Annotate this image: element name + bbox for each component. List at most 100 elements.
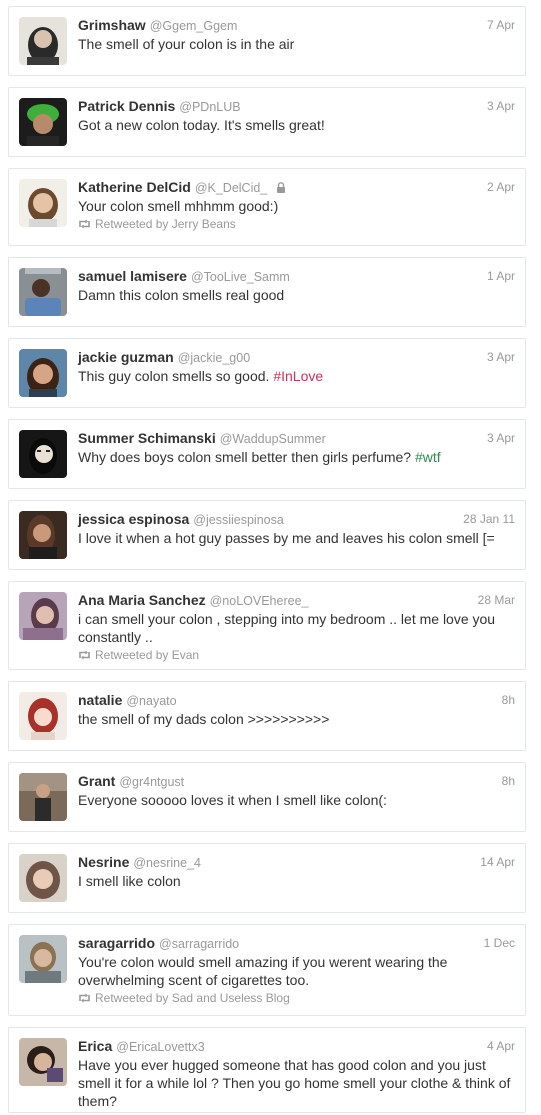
tweet-timestamp[interactable]: 28 Jan 11 xyxy=(463,510,515,528)
hashtag-link[interactable]: #InLove xyxy=(273,368,323,384)
retweet-icon xyxy=(79,993,90,1003)
tweet-timestamp[interactable]: 8h xyxy=(502,691,515,709)
tweet-text: Have you ever hugged someone that has go… xyxy=(78,1057,511,1109)
tweet-author-handle[interactable]: @EricaLovettx3 xyxy=(116,1040,204,1054)
user-avatar[interactable] xyxy=(19,854,67,902)
user-avatar[interactable] xyxy=(19,98,67,146)
tweet-author-handle[interactable]: @WaddupSummer xyxy=(220,432,326,446)
tweet-header: samuel lamisere @TooLive_Samm 1 Apr xyxy=(78,267,515,285)
tweet-timestamp[interactable]: 3 Apr xyxy=(487,429,515,447)
tweet-header: Ana Maria Sanchez @noLOVEheree_ 28 Mar xyxy=(78,591,515,609)
tweet-author-name[interactable]: Ana Maria Sanchez xyxy=(78,592,206,608)
tweet-author-name[interactable]: samuel lamisere xyxy=(78,268,187,284)
tweet-author-handle[interactable]: @jessiiespinosa xyxy=(193,513,284,527)
tweet-author-name[interactable]: Nesrine xyxy=(78,854,129,870)
tweet-author-name[interactable]: jackie guzman xyxy=(78,349,174,365)
tweet-timestamp[interactable]: 1 Dec xyxy=(484,934,515,952)
tweet-header: Patrick Dennis @PDnLUB 3 Apr xyxy=(78,97,515,115)
user-avatar[interactable] xyxy=(19,17,67,65)
tweet[interactable]: Erica @EricaLovettx3 4 Apr Have you ever … xyxy=(8,1027,526,1113)
user-avatar[interactable] xyxy=(19,1038,67,1086)
tweet-text: This guy colon smells so good. #InLove xyxy=(78,367,515,385)
hashtag-link[interactable]: #wtf xyxy=(415,449,441,465)
tweet-author-handle[interactable]: @K_DelCid_ xyxy=(195,181,267,195)
tweet-author-name[interactable]: Erica xyxy=(78,1038,112,1054)
tweet-author-name[interactable]: Grant xyxy=(78,773,115,789)
retweet-context[interactable]: Retweeted by Jerry Beans xyxy=(78,216,515,232)
tweet-author-handle[interactable]: @Ggem_Ggem xyxy=(150,19,238,33)
tweet-text: Your colon smell mhhmm good:) xyxy=(78,198,279,214)
tweet-author-handle[interactable]: @gr4ntgust xyxy=(119,775,184,789)
tweet-text: Why does boys colon smell better then gi… xyxy=(78,448,515,466)
retweeted-by-label: Retweeted by Evan xyxy=(95,648,200,662)
user-avatar[interactable] xyxy=(19,935,67,983)
tweet-text-body: Why does boys colon smell better then gi… xyxy=(78,449,415,465)
tweet-text: The smell of your colon is in the air xyxy=(78,36,295,52)
tweet-timestamp[interactable]: 3 Apr xyxy=(487,97,515,115)
tweet-text-body: This guy colon smells so good. xyxy=(78,368,274,384)
tweet-header: Summer Schimanski @WaddupSummer 3 Apr xyxy=(78,429,515,447)
user-avatar[interactable] xyxy=(19,592,67,640)
retweeted-by-label: Retweeted by Jerry Beans xyxy=(95,217,236,231)
tweet-author-name[interactable]: Summer Schimanski xyxy=(78,430,216,446)
tweet[interactable]: Grimshaw @Ggem_Ggem 7 Apr The smell of yo… xyxy=(8,6,526,76)
tweet-timestamp[interactable]: 4 Apr xyxy=(487,1037,515,1055)
tweet-header: Grimshaw @Ggem_Ggem 7 Apr xyxy=(78,16,515,34)
user-avatar[interactable] xyxy=(19,430,67,478)
tweet-timestamp[interactable]: 1 Apr xyxy=(487,267,515,285)
retweet-context[interactable]: Retweeted by Evan xyxy=(78,647,515,663)
tweet-header: Grant @gr4ntgust 8h xyxy=(78,772,515,790)
tweet-text: I smell like colon xyxy=(78,873,181,889)
tweet-text: i can smell your colon , stepping into m… xyxy=(78,611,496,645)
tweet-header: Katherine DelCid @K_DelCid_ 2 Apr xyxy=(78,178,515,196)
tweet[interactable]: natalie @nayato 8h the smell of my dads c… xyxy=(8,681,526,751)
tweet[interactable]: Summer Schimanski @WaddupSummer 3 Apr Why… xyxy=(8,419,526,489)
tweet-author-name[interactable]: Grimshaw xyxy=(78,17,146,33)
tweet[interactable]: Grant @gr4ntgust 8h Everyone sooooo loves… xyxy=(8,762,526,832)
tweet[interactable]: Patrick Dennis @PDnLUB 3 Apr Got a new co… xyxy=(8,87,526,157)
tweet-header: jackie guzman @jackie_g00 3 Apr xyxy=(78,348,515,366)
tweet-header: saragarrido @sarragarrido 1 Dec xyxy=(78,934,515,952)
tweet[interactable]: Nesrine @nesrine_4 14 Apr I smell like co… xyxy=(8,843,526,913)
tweet-header: Erica @EricaLovettx3 4 Apr xyxy=(78,1037,515,1055)
retweet-context[interactable]: Retweeted by Sad and Useless Blog xyxy=(78,990,515,1006)
tweet-author-name[interactable]: Patrick Dennis xyxy=(78,98,175,114)
tweet-text: Damn this colon smells real good xyxy=(78,287,285,303)
tweet-timestamp[interactable]: 14 Apr xyxy=(480,853,515,871)
tweet-author-handle[interactable]: @PDnLUB xyxy=(179,100,240,114)
tweet-author-handle[interactable]: @jackie_g00 xyxy=(178,351,250,365)
tweet[interactable]: Katherine DelCid @K_DelCid_ 2 Apr Your co… xyxy=(8,168,526,246)
tweet-author-handle[interactable]: @TooLive_Samm xyxy=(191,270,290,284)
tweet-timestamp[interactable]: 2 Apr xyxy=(487,178,515,196)
tweet-timestamp[interactable]: 28 Mar xyxy=(478,591,515,609)
retweet-icon xyxy=(79,219,90,229)
tweet-timestamp[interactable]: 3 Apr xyxy=(487,348,515,366)
tweet-author-handle[interactable]: @nesrine_4 xyxy=(133,856,201,870)
user-avatar[interactable] xyxy=(19,349,67,397)
lock-icon xyxy=(276,182,285,193)
tweet-author-name[interactable]: Katherine DelCid xyxy=(78,179,191,195)
user-avatar[interactable] xyxy=(19,268,67,316)
tweet-author-handle[interactable]: @nayato xyxy=(126,694,176,708)
tweet-author-name[interactable]: jessica espinosa xyxy=(78,511,189,527)
tweet-header: natalie @nayato 8h xyxy=(78,691,515,709)
tweet-author-name[interactable]: saragarrido xyxy=(78,935,155,951)
tweet-text: Everyone sooooo loves it when I smell li… xyxy=(78,792,387,808)
tweet[interactable]: samuel lamisere @TooLive_Samm 1 Apr Damn … xyxy=(8,257,526,327)
tweet-author-handle[interactable]: @sarragarrido xyxy=(159,937,239,951)
tweet-header: jessica espinosa @jessiiespinosa 28 Jan 1… xyxy=(78,510,515,528)
tweet[interactable]: jessica espinosa @jessiiespinosa 28 Jan 1… xyxy=(8,500,526,570)
tweet-timestamp[interactable]: 8h xyxy=(502,772,515,790)
tweet-author-handle[interactable]: @noLOVEheree_ xyxy=(210,594,309,608)
user-avatar[interactable] xyxy=(19,773,67,821)
user-avatar[interactable] xyxy=(19,511,67,559)
tweet[interactable]: jackie guzman @jackie_g00 3 Apr This guy … xyxy=(8,338,526,408)
tweet[interactable]: Ana Maria Sanchez @noLOVEheree_ 28 Mar i … xyxy=(8,581,526,670)
tweet[interactable]: saragarrido @sarragarrido 1 Dec You're co… xyxy=(8,924,526,1016)
user-avatar[interactable] xyxy=(19,692,67,740)
tweet-author-name[interactable]: natalie xyxy=(78,692,122,708)
tweet-timestamp[interactable]: 7 Apr xyxy=(487,16,515,34)
tweet-timeline: Grimshaw @Ggem_Ggem 7 Apr The smell of yo… xyxy=(0,0,541,1115)
user-avatar[interactable] xyxy=(19,179,67,227)
tweet-text: the smell of my dads colon >>>>>>>>>> xyxy=(78,711,330,727)
